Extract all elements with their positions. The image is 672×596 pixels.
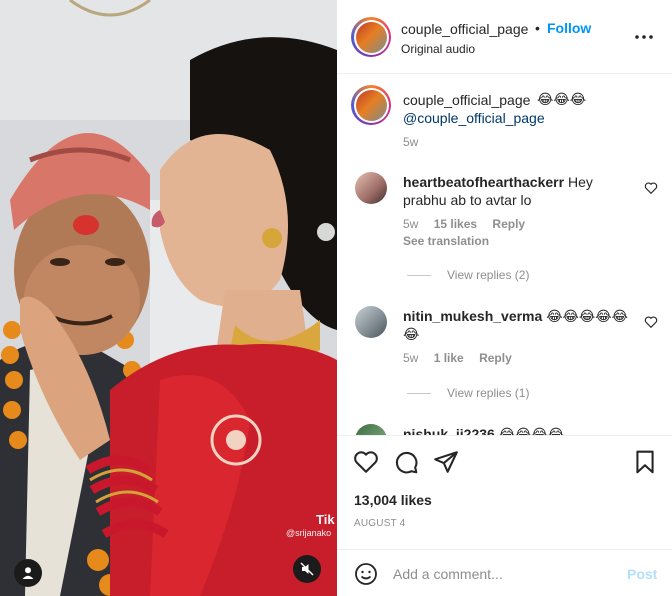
post-sidebar: couple_official_page • Follow Original a… (337, 0, 672, 596)
mute-toggle-button[interactable] (293, 555, 321, 583)
comment-username[interactable]: nishuk_ji2236 (403, 426, 495, 435)
follow-button[interactable]: Follow (547, 20, 591, 36)
comment-time[interactable]: 5w (403, 217, 418, 231)
post-date[interactable]: AUGUST 4 (354, 518, 405, 529)
comments-list[interactable]: couple_official_page 😂😂😂 @couple_officia… (337, 74, 672, 436)
comment-body: heartbeatofhearthackerr Hey prabhu ab to… (403, 173, 633, 209)
comment-body: nishuk_ji2236 😂😂😂😂 (403, 425, 633, 436)
comment-body: nitin_mukesh_verma 😂😂😂😂😂😂 (403, 307, 633, 343)
audio-label[interactable]: Original audio (401, 42, 475, 56)
comment-avatar[interactable] (355, 306, 387, 338)
caption-timestamp[interactable]: 5w (403, 135, 418, 149)
comment-icon[interactable] (393, 449, 419, 475)
post-header: couple_official_page • Follow Original a… (337, 0, 672, 74)
user-icon (22, 567, 34, 579)
comment-meta: 5w 1 like Reply (403, 351, 524, 365)
comment-input[interactable] (393, 563, 613, 585)
comment-time[interactable]: 5w (403, 351, 418, 365)
caption-mention-link[interactable]: @couple_official_page (403, 110, 545, 126)
post-actions: 13,004 likes AUGUST 4 (337, 436, 672, 548)
more-horizontal-icon (635, 35, 653, 39)
comment-reply-button[interactable]: Reply (492, 217, 525, 231)
comment-meta: 5w 15 likes Reply (403, 217, 537, 231)
view-replies-button[interactable]: View replies (2) (407, 268, 529, 282)
bookmark-icon[interactable] (632, 449, 658, 475)
author-avatar[interactable] (351, 17, 391, 57)
emoji-icon[interactable] (354, 562, 378, 586)
tiktok-watermark: Tik (316, 512, 335, 527)
comment-likes[interactable]: 15 likes (434, 217, 477, 231)
comment-username[interactable]: nitin_mukesh_verma (403, 308, 542, 324)
comment-username[interactable]: heartbeatofhearthackerr (403, 174, 564, 190)
speaker-muted-icon (300, 562, 314, 576)
comment-like-heart-icon[interactable] (644, 181, 658, 195)
creator-watermark: @srijanako (286, 528, 332, 538)
caption-author-avatar[interactable] (351, 85, 391, 125)
caption-username[interactable]: couple_official_page (403, 92, 530, 108)
comment-avatar[interactable] (355, 172, 387, 204)
comment-like-heart-icon[interactable] (644, 315, 658, 329)
post-media[interactable]: Tik @srijanako (0, 0, 337, 596)
post-comment-button[interactable]: Post (627, 566, 657, 582)
view-replies-button[interactable]: View replies (1) (407, 386, 529, 400)
caption-emojis: 😂😂😂 (537, 91, 587, 107)
video-frame (0, 0, 337, 596)
send-icon[interactable] (433, 449, 459, 475)
comment-reply-button[interactable]: Reply (479, 351, 512, 365)
comment-text: 😂😂😂😂 (498, 426, 565, 436)
see-translation-link[interactable]: See translation (403, 234, 489, 248)
header-separator: • (535, 20, 540, 36)
tagged-users-button[interactable] (14, 559, 42, 587)
more-options-button[interactable] (634, 27, 654, 47)
author-username[interactable]: couple_official_page (401, 21, 528, 37)
likes-count[interactable]: 13,004 likes (354, 492, 432, 508)
comment-avatar[interactable] (355, 424, 387, 435)
comment-likes[interactable]: 1 like (434, 351, 464, 365)
heart-icon[interactable] (353, 449, 379, 475)
add-comment-bar: Post (337, 549, 672, 596)
